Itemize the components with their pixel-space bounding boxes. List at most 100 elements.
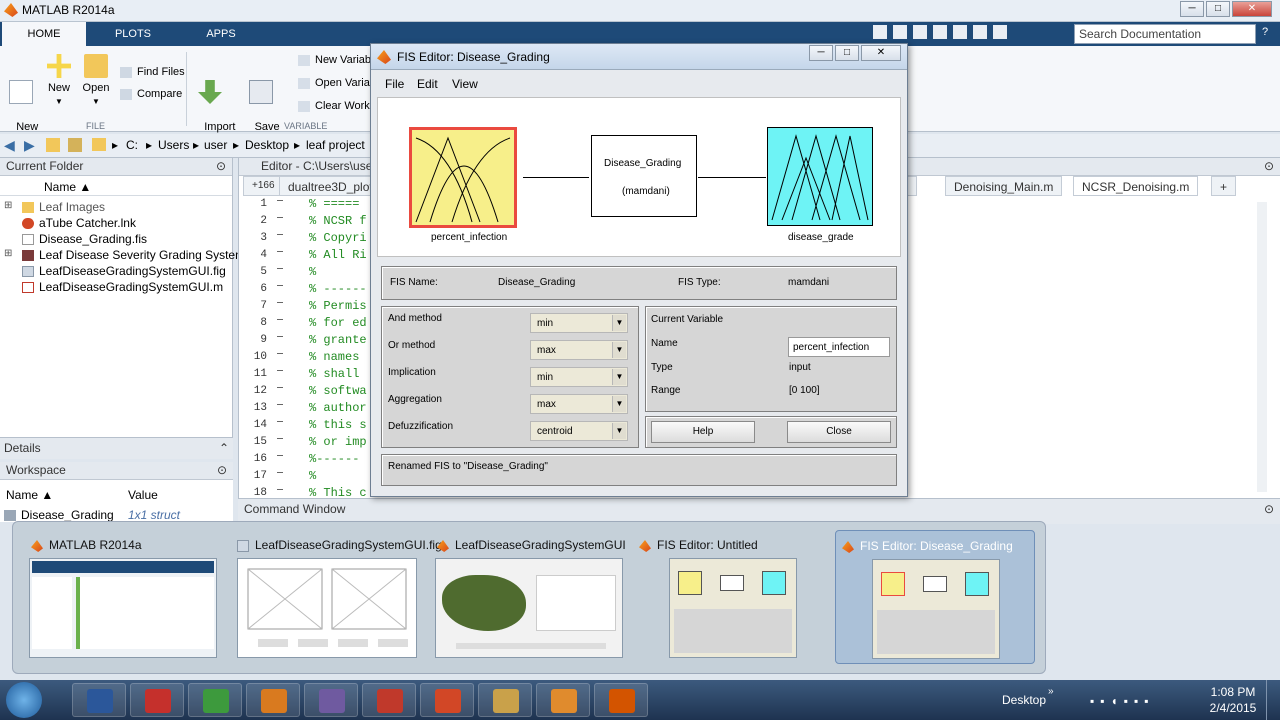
- breakpoint-marker[interactable]: [277, 200, 283, 201]
- fis-minimize-button[interactable]: ─: [809, 45, 833, 61]
- breakpoint-marker[interactable]: [277, 217, 283, 218]
- code-line[interactable]: % NCSR f: [309, 214, 367, 228]
- tab-plots[interactable]: PLOTS: [90, 22, 176, 46]
- implication-select[interactable]: min ▼: [530, 367, 628, 387]
- close-button[interactable]: Close: [787, 421, 891, 443]
- code-line[interactable]: % =====: [309, 197, 359, 211]
- taskbar-app-button[interactable]: [304, 683, 358, 717]
- system-box[interactable]: Disease_Grading (mamdani): [591, 135, 697, 217]
- quick-icon[interactable]: [893, 25, 907, 39]
- code-line[interactable]: % All Ri: [309, 248, 367, 262]
- breakpoint-marker[interactable]: [277, 421, 283, 422]
- or-method-select[interactable]: max ▼: [530, 340, 628, 360]
- code-line[interactable]: % shall: [309, 367, 359, 381]
- panel-menu-icon[interactable]: ⊙: [217, 463, 227, 477]
- crumb-users[interactable]: Users: [158, 138, 189, 152]
- quick-icon[interactable]: [973, 25, 987, 39]
- close-window-button[interactable]: ✕: [1232, 1, 1272, 17]
- code-line[interactable]: % for ed: [309, 316, 367, 330]
- switcher-item-matlab[interactable]: MATLAB R2014a: [27, 522, 231, 668]
- new-variable-button[interactable]: New Variable: [298, 54, 372, 66]
- editor-tab-active[interactable]: NCSR_Denoising.m: [1073, 176, 1199, 196]
- quick-icon[interactable]: [873, 25, 887, 39]
- taskbar-app-button[interactable]: [130, 683, 184, 717]
- back-arrow-icon[interactable]: ◀: [4, 137, 15, 154]
- menu-file[interactable]: File: [385, 77, 404, 91]
- breakpoint-marker[interactable]: [277, 234, 283, 235]
- code-line[interactable]: % grante: [309, 333, 367, 347]
- switcher-item-fis-untitled[interactable]: FIS Editor: Untitled: [635, 522, 833, 668]
- code-line[interactable]: % ------: [309, 282, 367, 296]
- quick-icon[interactable]: [933, 25, 947, 39]
- file-row[interactable]: Leaf Disease Severity Grading System ...: [22, 248, 258, 264]
- output-mf-box[interactable]: [767, 127, 873, 226]
- compare-button[interactable]: Compare: [120, 88, 182, 100]
- code-line[interactable]: % author: [309, 401, 367, 415]
- breakpoint-marker[interactable]: [277, 387, 283, 388]
- expand-icon[interactable]: ⊞: [4, 200, 12, 216]
- fis-close-window-button[interactable]: ✕: [861, 45, 901, 61]
- ws-value-header[interactable]: Value: [128, 488, 158, 502]
- breakpoint-marker[interactable]: [277, 404, 283, 405]
- quick-icon[interactable]: [953, 25, 967, 39]
- open-variable-button[interactable]: Open Variable: [298, 77, 372, 89]
- breakpoint-marker[interactable]: [277, 455, 283, 456]
- code-line[interactable]: %------: [309, 452, 359, 466]
- browse-folder-icon[interactable]: [68, 138, 82, 152]
- code-line[interactable]: % Copyri: [309, 231, 367, 245]
- and-method-select[interactable]: min ▼: [530, 313, 628, 333]
- search-icon[interactable]: ⚲: [1240, 26, 1249, 40]
- clock-date[interactable]: 2/4/2015: [1204, 701, 1262, 715]
- fis-maximize-button[interactable]: □: [835, 45, 859, 61]
- code-line[interactable]: % names: [309, 350, 359, 364]
- breakpoint-marker[interactable]: [277, 472, 283, 473]
- new-tab-button[interactable]: +: [1211, 176, 1237, 196]
- search-documentation-input[interactable]: Search Documentation: [1074, 24, 1256, 44]
- quick-icon[interactable]: [993, 25, 1007, 39]
- breakpoint-marker[interactable]: [277, 336, 283, 337]
- open-button[interactable]: Open ▼: [80, 54, 112, 108]
- switcher-item-gui-fig[interactable]: LeafDiseaseGradingSystemGUI.fig: [233, 522, 442, 668]
- tab-apps[interactable]: APPS: [180, 22, 262, 46]
- taskbar-app-button[interactable]: [594, 683, 648, 717]
- file-row[interactable]: aTube Catcher.lnk: [22, 216, 136, 232]
- breakpoint-marker[interactable]: [277, 302, 283, 303]
- maximize-button[interactable]: □: [1206, 1, 1230, 17]
- code-line[interactable]: % or imp: [309, 435, 367, 449]
- crumb-desktop[interactable]: Desktop: [245, 138, 289, 152]
- details-panel[interactable]: Details ⌃: [0, 437, 233, 459]
- breakpoint-marker[interactable]: [277, 353, 283, 354]
- breakpoint-marker[interactable]: [277, 268, 283, 269]
- minimize-button[interactable]: ─: [1180, 1, 1204, 17]
- editor-tab-count[interactable]: +166: [243, 176, 284, 196]
- file-row[interactable]: Disease_Grading.fis: [22, 232, 147, 248]
- scrollbar[interactable]: [1257, 202, 1267, 492]
- breakpoint-marker[interactable]: [277, 489, 283, 490]
- breakpoint-marker[interactable]: [277, 438, 283, 439]
- show-desktop-button[interactable]: [1266, 680, 1280, 720]
- collapse-icon[interactable]: ⌃: [219, 441, 229, 455]
- panel-menu-icon[interactable]: ⊙: [1264, 159, 1274, 173]
- breakpoint-marker[interactable]: [277, 285, 283, 286]
- panel-menu-icon[interactable]: ⊙: [216, 159, 226, 173]
- start-button[interactable]: [6, 682, 42, 718]
- find-files-button[interactable]: Find Files: [120, 66, 185, 78]
- taskbar-app-button[interactable]: [246, 683, 300, 717]
- expand-icon[interactable]: ⊞: [4, 248, 12, 264]
- crumb-user[interactable]: user: [204, 138, 227, 152]
- new-button[interactable]: New ▼: [44, 54, 74, 108]
- defuzzification-select[interactable]: centroid ▼: [530, 421, 628, 441]
- quick-icon[interactable]: [913, 25, 927, 39]
- tray-icons[interactable]: ▪▪◖▪▪▪: [1090, 694, 1155, 708]
- breakpoint-marker[interactable]: [277, 370, 283, 371]
- code-line[interactable]: % softwa: [309, 384, 367, 398]
- code-line[interactable]: % Permis: [309, 299, 367, 313]
- editor-tab[interactable]: Denoising_Main.m: [945, 176, 1063, 196]
- name-column-header[interactable]: Name ▲: [0, 178, 232, 196]
- help-icon[interactable]: ?: [1262, 26, 1268, 38]
- file-row[interactable]: Leaf Images: [22, 200, 105, 216]
- menu-view[interactable]: View: [452, 77, 478, 91]
- desktop-toolbar[interactable]: Desktop: [1002, 693, 1046, 707]
- code-line[interactable]: %: [309, 265, 316, 279]
- taskbar-app-button[interactable]: [362, 683, 416, 717]
